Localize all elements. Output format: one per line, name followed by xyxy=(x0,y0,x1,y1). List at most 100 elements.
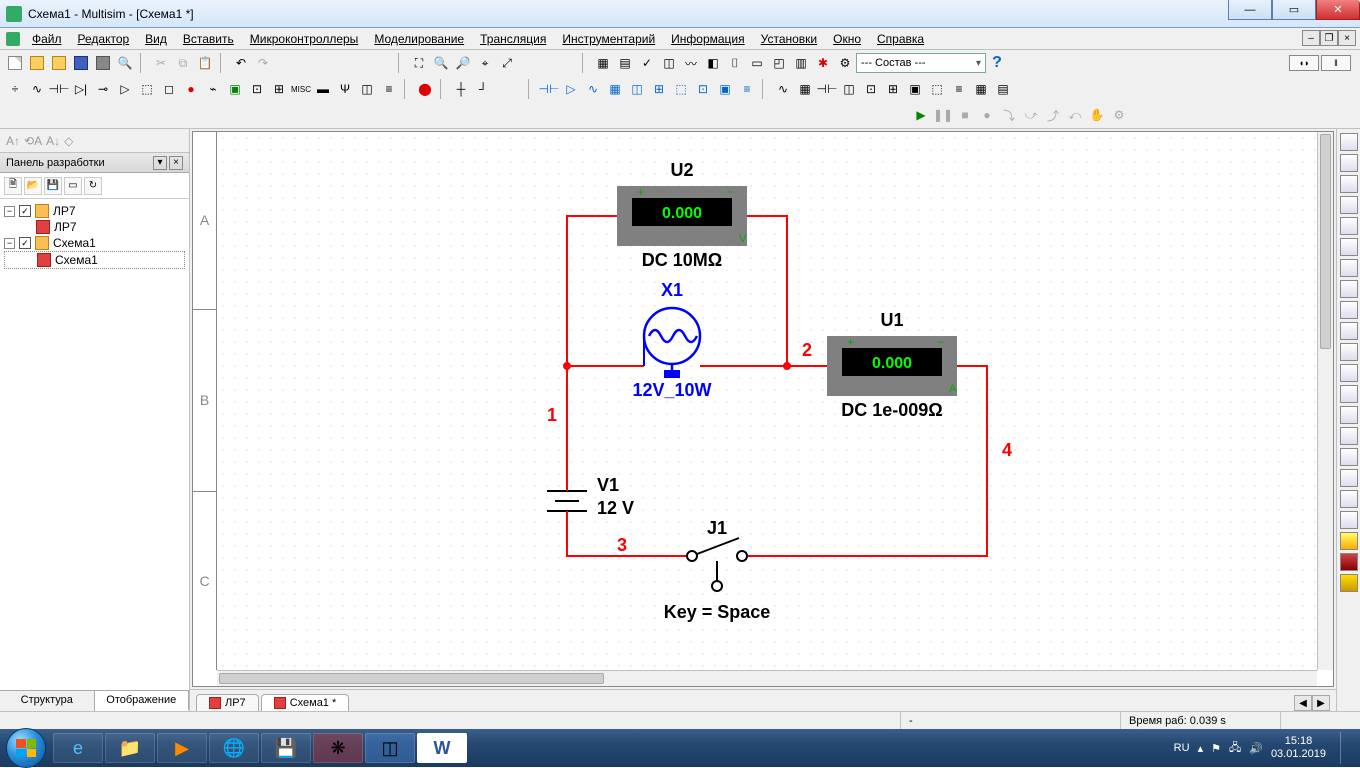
place-em-button[interactable]: ⊞ xyxy=(269,79,289,99)
comp-18[interactable]: ⬚ xyxy=(927,79,947,99)
taskbar-chrome[interactable]: 🌐 xyxy=(209,733,259,763)
zoom-area-button[interactable]: ⌖ xyxy=(475,53,495,73)
place-indicator-button[interactable]: ● xyxy=(181,79,201,99)
stop-button[interactable]: ■ xyxy=(955,105,975,125)
open-design-button[interactable]: 📂 xyxy=(24,177,42,195)
redo-button[interactable]: ↷ xyxy=(253,53,273,73)
place-misc-button[interactable]: ▣ xyxy=(225,79,245,99)
agilent-fg-icon[interactable] xyxy=(1340,427,1358,445)
menu-view[interactable]: Вид xyxy=(137,30,175,48)
erc-button[interactable]: ✓ xyxy=(637,53,657,73)
taskbar-media[interactable]: ▶ xyxy=(157,733,207,763)
tree-check-icon[interactable]: ✓ xyxy=(19,237,31,249)
layer-select[interactable]: --- Состав --- xyxy=(856,53,986,73)
tray-volume-icon[interactable]: 🔊 xyxy=(1249,742,1263,755)
comp-6[interactable]: ⊞ xyxy=(649,79,669,99)
place-probe-button[interactable]: ⬤ xyxy=(415,79,435,99)
tek-scope-icon[interactable] xyxy=(1340,490,1358,508)
place-cap-button[interactable]: ⊣⊢ xyxy=(49,79,69,99)
open-file-button[interactable] xyxy=(27,53,47,73)
zoom-fit-button[interactable]: ⛶ xyxy=(409,53,429,73)
print-preview-button[interactable]: 🔍 xyxy=(115,53,135,73)
menu-insert[interactable]: Вставить xyxy=(175,30,242,48)
parts-button[interactable]: ◰ xyxy=(769,53,789,73)
menu-options[interactable]: Установки xyxy=(753,30,825,48)
text-size-inc-icon[interactable]: A↑ xyxy=(6,134,20,148)
mdi-restore[interactable]: ❐ xyxy=(1320,30,1338,46)
save-button[interactable] xyxy=(71,53,91,73)
project-tree[interactable]: −✓ЛР7 ЛР7 −✓Схема1 Схема1 xyxy=(0,199,189,690)
place-transistor-button[interactable]: ⊸ xyxy=(93,79,113,99)
comp-12[interactable]: ▦ xyxy=(795,79,815,99)
place-resistor-button[interactable]: ∿ xyxy=(27,79,47,99)
menu-help[interactable]: Справка xyxy=(869,30,932,48)
mdi-minimize[interactable]: – xyxy=(1302,30,1320,46)
undo-button[interactable]: ↶ xyxy=(231,53,251,73)
labview-icon[interactable] xyxy=(1340,511,1358,529)
mdi-close[interactable]: × xyxy=(1338,30,1356,46)
db-button[interactable]: ◫ xyxy=(659,53,679,73)
sidebar-tab-structure[interactable]: Структура xyxy=(0,691,95,711)
tray-arrow-icon[interactable]: ▴ xyxy=(1198,742,1204,755)
text-rotate-icon[interactable]: ⟲A xyxy=(24,134,42,148)
4ch-scope-icon[interactable] xyxy=(1340,217,1358,235)
iv-analyzer-icon[interactable] xyxy=(1340,343,1358,361)
comp-8[interactable]: ⊡ xyxy=(693,79,713,99)
tab-scroll-right[interactable]: ▶ xyxy=(1312,695,1330,711)
zoom-full-button[interactable]: ⤢ xyxy=(497,53,517,73)
create-comp-button[interactable]: ✱ xyxy=(813,53,833,73)
comp-7[interactable]: ⬚ xyxy=(671,79,691,99)
sim-settings-button[interactable]: ⚙ xyxy=(1109,105,1129,125)
sidebar-tab-display[interactable]: Отображение xyxy=(95,691,190,711)
step-in-button[interactable]: ⤵ xyxy=(999,105,1019,125)
comp-17[interactable]: ▣ xyxy=(905,79,925,99)
place-diode-button[interactable]: ▷| xyxy=(71,79,91,99)
tray-clock[interactable]: 15:18 03.01.2019 xyxy=(1271,735,1326,761)
panel-close-button[interactable]: × xyxy=(169,156,183,170)
menu-simulate[interactable]: Моделирование xyxy=(366,30,472,48)
place-cmos-button[interactable]: ◻ xyxy=(159,79,179,99)
place-power-button[interactable]: ⌁ xyxy=(203,79,223,99)
taskbar-app1[interactable]: ❋ xyxy=(313,733,363,763)
menu-info[interactable]: Информация xyxy=(663,30,752,48)
comp-4[interactable]: ▦ xyxy=(605,79,625,99)
zoom-out-button[interactable]: 🔎 xyxy=(453,53,473,73)
oscilloscope-icon[interactable] xyxy=(1340,196,1358,214)
place-mcu-button[interactable]: Ψ xyxy=(335,79,355,99)
design-props-button[interactable]: ▭ xyxy=(64,177,82,195)
taskbar-word[interactable]: W xyxy=(417,733,467,763)
step-over-button[interactable]: ⤻ xyxy=(1021,105,1041,125)
comp-10[interactable]: ≡ xyxy=(737,79,757,99)
panel-pin-button[interactable]: ▾ xyxy=(153,156,167,170)
labview-inst-icon[interactable] xyxy=(1340,574,1358,592)
network-icon[interactable] xyxy=(1340,406,1358,424)
menu-transfer[interactable]: Трансляция xyxy=(472,30,554,48)
tree-doc-2[interactable]: Схема1 xyxy=(55,253,98,267)
vertical-scrollbar[interactable] xyxy=(1317,132,1333,670)
place-hier-button[interactable]: ◫ xyxy=(357,79,377,99)
paste-button[interactable]: 📋 xyxy=(195,53,215,73)
step-out-button[interactable]: ⤴ xyxy=(1043,105,1063,125)
word-gen-icon[interactable] xyxy=(1340,280,1358,298)
taskbar-save[interactable]: 💾 xyxy=(261,733,311,763)
tray-network-icon[interactable]: 🖧 xyxy=(1229,739,1241,758)
comp-5[interactable]: ◫ xyxy=(627,79,647,99)
mdi-app-icon[interactable] xyxy=(6,32,20,46)
maximize-button[interactable]: ▭ xyxy=(1272,0,1316,20)
multimeter-icon[interactable] xyxy=(1340,133,1358,151)
help-button[interactable]: ? xyxy=(987,53,1007,73)
place-opamp-button[interactable]: ▷ xyxy=(115,79,135,99)
current-probe-icon[interactable] xyxy=(1340,532,1358,550)
step-back-button[interactable]: ⤺ xyxy=(1065,105,1085,125)
wattmeter-icon[interactable] xyxy=(1340,175,1358,193)
text-color-icon[interactable]: ◇ xyxy=(64,134,73,148)
menu-mcu[interactable]: Микроконтроллеры xyxy=(242,30,367,48)
new-design-button[interactable]: 🗎 xyxy=(4,177,22,195)
record-button[interactable]: ● xyxy=(977,105,997,125)
taskbar-explorer[interactable]: 📁 xyxy=(105,733,155,763)
comp-19[interactable]: ≡ xyxy=(949,79,969,99)
comp-1[interactable]: ⊣⊢ xyxy=(539,79,559,99)
place-conn-button[interactable]: ▬ xyxy=(313,79,333,99)
comp-16[interactable]: ⊞ xyxy=(883,79,903,99)
bode-plotter-icon[interactable] xyxy=(1340,238,1358,256)
